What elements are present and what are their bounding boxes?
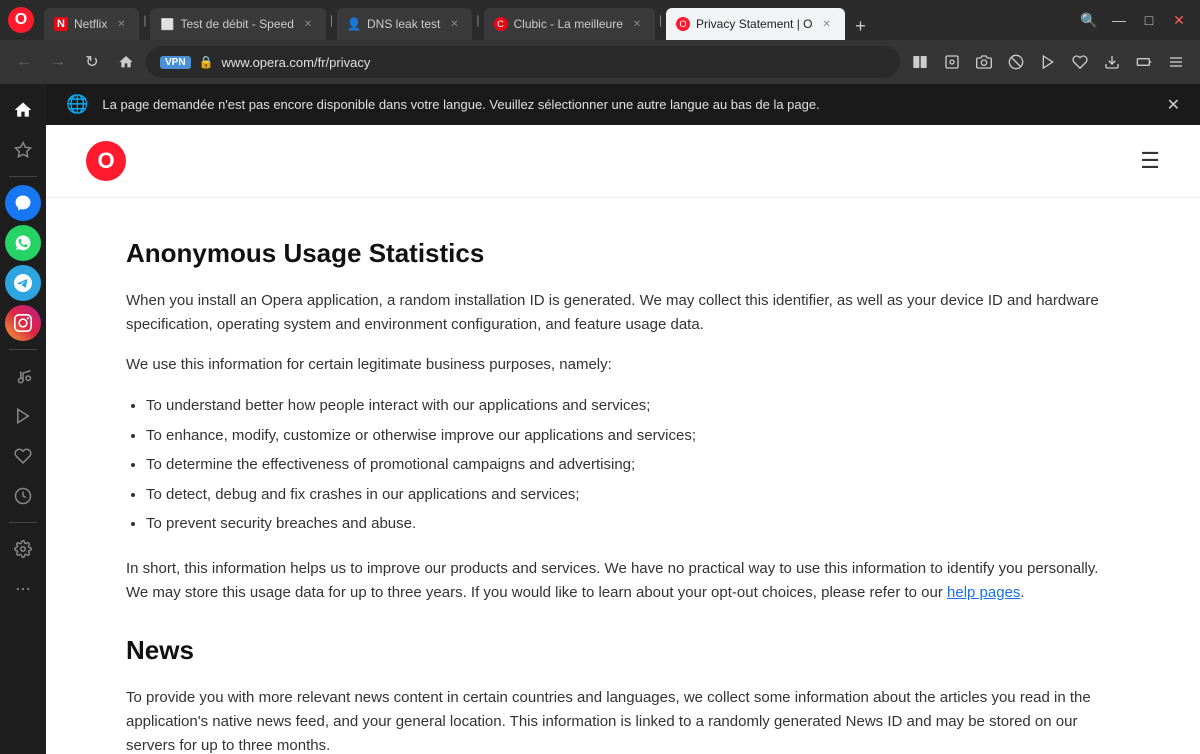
tab-speedtest-close[interactable]: ✕ [300, 16, 316, 32]
address-box[interactable]: VPN 🔒 www.opera.com/fr/privacy [146, 46, 900, 78]
sidebar-item-whatsapp[interactable] [5, 225, 41, 261]
minimize-button[interactable]: — [1106, 7, 1132, 33]
tab-divider-3: | [474, 13, 481, 27]
bullet-3: To determine the effectiveness of promot… [146, 452, 1120, 478]
sidebar-item-music[interactable] [5, 358, 41, 394]
tab-divider-4: | [657, 13, 664, 27]
section1-para2: We use this information for certain legi… [126, 353, 1120, 377]
tab-netflix-label: Netflix [74, 17, 107, 31]
close-button[interactable]: ✕ [1166, 7, 1192, 33]
opera-page-logo: O [86, 141, 126, 181]
sidebar-item-heart[interactable] [5, 438, 41, 474]
section1-bullets: To understand better how people interact… [146, 393, 1120, 537]
tab-dnsleak[interactable]: 👤 DNS leak test ✕ [337, 8, 472, 40]
lang-banner: 🌐 La page demandée n'est pas encore disp… [46, 84, 1200, 125]
sidebar-divider-3 [9, 522, 37, 523]
sidebar-divider-1 [9, 176, 37, 177]
tab-clubic-close[interactable]: ✕ [629, 16, 645, 32]
play-icon[interactable] [1034, 48, 1062, 76]
content-area: 🌐 La page demandée n'est pas encore disp… [46, 84, 1200, 754]
reload-button[interactable]: ↻ [78, 48, 106, 76]
tab-privacy[interactable]: O Privacy Statement | O ✕ [666, 8, 845, 40]
section1-para3: In short, this information helps us to i… [126, 557, 1120, 605]
bullet-5: To prevent security breaches and abuse. [146, 511, 1120, 537]
bullet-2: To enhance, modify, customize or otherwi… [146, 423, 1120, 449]
tab-netflix[interactable]: N Netflix ✕ [44, 8, 139, 40]
split-screen-icon[interactable] [906, 48, 934, 76]
privacy-favicon: O [676, 17, 690, 31]
tab-clubic[interactable]: C Clubic - La meilleure ✕ [484, 8, 655, 40]
tab-netflix-close[interactable]: ✕ [113, 16, 129, 32]
vpn-badge: VPN [160, 56, 191, 69]
section1-para3-after: . [1020, 584, 1024, 601]
window-controls: 🔍 — □ ✕ [1076, 7, 1192, 33]
clubic-favicon: C [494, 17, 508, 31]
sidebar [0, 84, 46, 754]
sidebar-item-history[interactable] [5, 478, 41, 514]
help-pages-link[interactable]: help pages [947, 584, 1020, 601]
forward-button[interactable]: → [44, 48, 72, 76]
tab-dnsleak-label: DNS leak test [367, 17, 440, 31]
sidebar-divider-2 [9, 349, 37, 350]
sidebar-item-more[interactable] [5, 571, 41, 607]
section2-para1: To provide you with more relevant news c… [126, 686, 1120, 754]
lock-icon: 🔒 [199, 55, 214, 69]
netflix-favicon: N [54, 17, 68, 31]
tab-privacy-label: Privacy Statement | O [696, 17, 813, 31]
sidebar-item-home[interactable] [5, 92, 41, 128]
speedtest-favicon: ⬜ [160, 17, 174, 31]
tab-clubic-label: Clubic - La meilleure [514, 17, 623, 31]
opera-header: O ☰ [46, 125, 1200, 198]
bullet-1: To understand better how people interact… [146, 393, 1120, 419]
tab-divider-1: | [141, 13, 148, 27]
lang-banner-close[interactable]: ✕ [1167, 95, 1180, 115]
article-content: Anonymous Usage Statistics When you inst… [46, 198, 1200, 754]
home-nav-button[interactable] [112, 48, 140, 76]
bullet-4: To detect, debug and fix crashes in our … [146, 482, 1120, 508]
sidebar-item-messenger[interactable] [5, 185, 41, 221]
page-content[interactable]: O ☰ Anonymous Usage Statistics When you … [46, 125, 1200, 754]
search-button[interactable]: 🔍 [1076, 7, 1102, 33]
title-bar: O N Netflix ✕ | ⬜ Test de débit - Speed … [0, 0, 1200, 40]
section1-para1: When you install an Opera application, a… [126, 289, 1120, 337]
tab-dnsleak-close[interactable]: ✕ [446, 16, 462, 32]
browser-body: 🌐 La page demandée n'est pas encore disp… [0, 84, 1200, 754]
dnsleak-favicon: 👤 [347, 17, 361, 31]
tab-divider-2: | [328, 13, 335, 27]
opera-logo-titlebar: O [8, 7, 34, 33]
tabs-container: N Netflix ✕ | ⬜ Test de débit - Speed ✕ … [44, 0, 1064, 40]
new-tab-button[interactable]: + [847, 12, 875, 40]
sidebar-item-settings[interactable] [5, 531, 41, 567]
url-text[interactable]: www.opera.com/fr/privacy [222, 55, 886, 70]
tab-speedtest-label: Test de débit - Speed [180, 17, 293, 31]
heart-toolbar-icon[interactable] [1066, 48, 1094, 76]
globe-icon: 🌐 [66, 94, 88, 115]
back-button[interactable]: ← [10, 48, 38, 76]
camera-icon[interactable] [970, 48, 998, 76]
block-icon[interactable] [1002, 48, 1030, 76]
lang-banner-text: La page demandée n'est pas encore dispon… [102, 97, 819, 112]
battery-icon[interactable] [1130, 48, 1158, 76]
section1-title: Anonymous Usage Statistics [126, 238, 1120, 269]
sidebar-item-bookmarks[interactable] [5, 132, 41, 168]
hamburger-menu[interactable]: ☰ [1140, 148, 1160, 174]
sidebar-item-player[interactable] [5, 398, 41, 434]
tab-privacy-close[interactable]: ✕ [819, 16, 835, 32]
menu-icon[interactable] [1162, 48, 1190, 76]
maximize-button[interactable]: □ [1136, 7, 1162, 33]
download-icon[interactable] [1098, 48, 1126, 76]
tab-speedtest[interactable]: ⬜ Test de débit - Speed ✕ [150, 8, 325, 40]
address-bar: ← → ↻ VPN 🔒 www.opera.com/fr/privacy [0, 40, 1200, 84]
toolbar-icons [906, 48, 1190, 76]
sidebar-item-telegram[interactable] [5, 265, 41, 301]
news-section: News To provide you with more relevant n… [126, 635, 1120, 754]
sidebar-item-instagram[interactable] [5, 305, 41, 341]
screenshot-icon[interactable] [938, 48, 966, 76]
section2-title: News [126, 635, 1120, 666]
